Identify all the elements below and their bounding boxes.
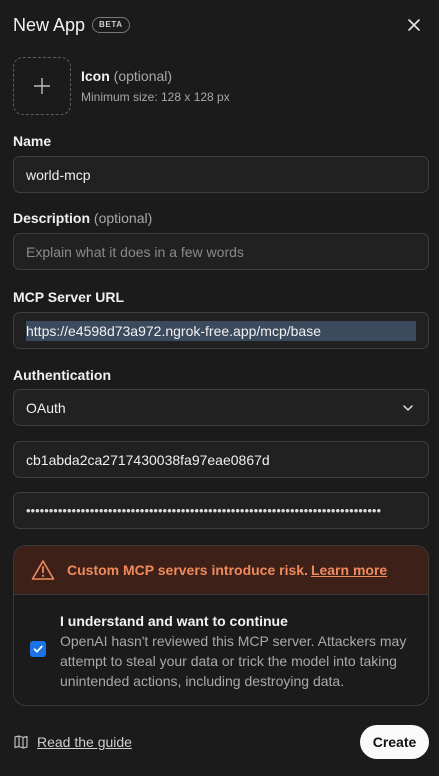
client-id-input[interactable]: cb1abda2ca2717430038fa97eae0867d — [13, 441, 429, 478]
icon-optional: (optional) — [113, 68, 173, 84]
authentication-select[interactable]: OAuth — [13, 389, 429, 426]
close-icon[interactable] — [406, 17, 422, 33]
warning-icon — [31, 560, 55, 580]
checkmark-icon — [33, 645, 43, 653]
risk-confirm: I understand and want to continue OpenAI… — [14, 595, 428, 691]
read-guide-link[interactable]: Read the guide — [13, 734, 132, 750]
book-icon — [14, 735, 28, 749]
create-button[interactable]: Create — [360, 725, 429, 759]
icon-upload-button[interactable] — [13, 57, 71, 115]
authentication-selected: OAuth — [26, 399, 66, 416]
client-secret-value: ••••••••••••••••••••••••••••••••••••••••… — [26, 503, 381, 518]
client-secret-input[interactable]: ••••••••••••••••••••••••••••••••••••••••… — [13, 492, 429, 529]
risk-warning-text: Custom MCP servers introduce risk. — [67, 562, 308, 578]
confirm-description: OpenAI hasn't reviewed this MCP server. … — [60, 633, 407, 689]
plus-icon — [34, 78, 50, 94]
description-label: Description (optional) — [13, 210, 153, 226]
icon-meta: Icon (optional) Minimum size: 128 x 128 … — [81, 68, 230, 115]
risk-warning: Custom MCP servers introduce risk. Learn … — [13, 545, 429, 706]
learn-more-link[interactable]: Learn more — [311, 562, 387, 578]
name-label: Name — [13, 133, 52, 149]
beta-badge: BETA — [92, 17, 130, 33]
icon-hint: Minimum size: 128 x 128 px — [81, 90, 230, 104]
mcp-url-label: MCP Server URL — [13, 289, 125, 305]
icon-upload-row: Icon (optional) Minimum size: 128 x 128 … — [13, 57, 230, 115]
icon-label: Icon — [81, 68, 110, 84]
description-input[interactable]: Explain what it does in a few words — [13, 233, 429, 270]
chevron-down-icon — [403, 405, 413, 411]
mcp-url-value: https://e4598d73a972.ngrok-free.app/mcp/… — [26, 320, 416, 341]
confirm-checkbox[interactable] — [30, 641, 46, 657]
confirm-title: I understand and want to continue — [60, 613, 288, 629]
dialog-title: New App — [13, 14, 86, 35]
authentication-label: Authentication — [13, 367, 111, 383]
mcp-url-input[interactable]: https://e4598d73a972.ngrok-free.app/mcp/… — [13, 312, 429, 349]
read-guide-label: Read the guide — [37, 734, 132, 750]
dialog-footer: Read the guide Create — [13, 725, 429, 759]
name-input[interactable]: world-mcp — [13, 156, 429, 193]
dialog-header: New App BETA — [13, 13, 426, 37]
risk-warning-header: Custom MCP servers introduce risk. Learn … — [14, 546, 428, 595]
